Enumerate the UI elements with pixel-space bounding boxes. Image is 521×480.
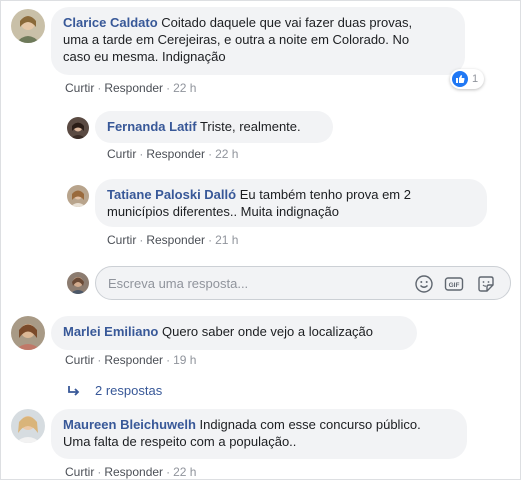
reaction-count-badge[interactable]: 1 <box>450 69 485 89</box>
reply-text: Triste, realmente. <box>199 119 301 134</box>
comment-text: Quero saber onde vejo a localização <box>162 324 374 339</box>
comment-author[interactable]: Clarice Caldato <box>63 15 158 30</box>
timestamp[interactable]: 21 h <box>215 233 238 247</box>
reply-bubble: Fernanda Latif Triste, realmente. <box>95 111 333 143</box>
comment-bubble: Clarice Caldato Coitado daquele que vai … <box>51 7 465 75</box>
comments-panel: Clarice Caldato Coitado daquele que vai … <box>0 0 521 480</box>
comment-text: uma a tarde em Cerejeiras, e outra a noi… <box>63 32 410 47</box>
replies-count-label[interactable]: 2 respostas <box>95 383 162 398</box>
reply-bubble: Tatiane Paloski Dalló Eu também tenho pr… <box>95 179 487 227</box>
comment-author[interactable]: Maureen Bleichuwelh <box>63 417 196 432</box>
svg-text:GIF: GIF <box>449 282 460 289</box>
reply-text: municípios diferentes.. Muita indignação <box>107 204 339 219</box>
like-link[interactable]: Curtir <box>65 353 94 367</box>
current-user-avatar <box>67 272 89 294</box>
comment-actions: Curtir · Responder · 22 h <box>65 465 197 479</box>
reply-link[interactable]: Responder <box>146 233 205 247</box>
like-link[interactable]: Curtir <box>65 81 94 95</box>
comment-bubble: Maureen Bleichuwelh Indignada com esse c… <box>51 409 467 459</box>
reply-input-box[interactable]: GIF <box>95 266 511 300</box>
reply-text: Eu também tenho prova em 2 <box>239 187 411 202</box>
reply-link[interactable]: Responder <box>104 81 163 95</box>
comment-actions: Curtir · Responder · 19 h <box>65 353 197 367</box>
like-link[interactable]: Curtir <box>107 233 136 247</box>
comment-bubble: Marlei Emiliano Quero saber onde vejo a … <box>51 316 417 350</box>
avatar[interactable] <box>67 185 89 207</box>
reply-author[interactable]: Fernanda Latif <box>107 119 197 134</box>
comment-text: Uma falta de respeito com a população.. <box>63 434 297 449</box>
reaction-count: 1 <box>472 73 479 85</box>
reply-actions: Curtir · Responder · 21 h <box>107 233 239 247</box>
reply-link[interactable]: Responder <box>104 465 163 479</box>
view-replies-link[interactable]: 2 respostas <box>67 383 162 398</box>
timestamp[interactable]: 22 h <box>173 465 196 479</box>
avatar[interactable] <box>11 409 45 443</box>
sticker-icon[interactable] <box>476 274 496 294</box>
like-link[interactable]: Curtir <box>107 147 136 161</box>
comment-text: caso eu mesma. Indignação <box>63 49 226 64</box>
reply-input[interactable] <box>108 273 388 293</box>
comment-text: Coitado daquele que vai fazer duas prova… <box>161 15 413 30</box>
reply-author[interactable]: Tatiane Paloski Dalló <box>107 187 236 202</box>
comment-actions: Curtir · Responder · 22 h <box>65 81 197 95</box>
avatar[interactable] <box>11 9 45 43</box>
like-link[interactable]: Curtir <box>65 465 94 479</box>
gif-icon[interactable]: GIF <box>444 274 464 294</box>
reply-arrow-icon <box>67 384 81 398</box>
avatar[interactable] <box>11 316 45 350</box>
thumbs-up-icon <box>452 71 468 87</box>
timestamp[interactable]: 19 h <box>173 353 196 367</box>
reply-link[interactable]: Responder <box>104 353 163 367</box>
comment-text: Indignada com esse concurso público. <box>199 417 421 432</box>
timestamp[interactable]: 22 h <box>215 147 238 161</box>
reply-link[interactable]: Responder <box>146 147 205 161</box>
emoji-icon[interactable] <box>414 274 434 294</box>
avatar[interactable] <box>67 117 89 139</box>
reply-actions: Curtir · Responder · 22 h <box>107 147 239 161</box>
timestamp[interactable]: 22 h <box>173 81 196 95</box>
comment-author[interactable]: Marlei Emiliano <box>63 324 158 339</box>
